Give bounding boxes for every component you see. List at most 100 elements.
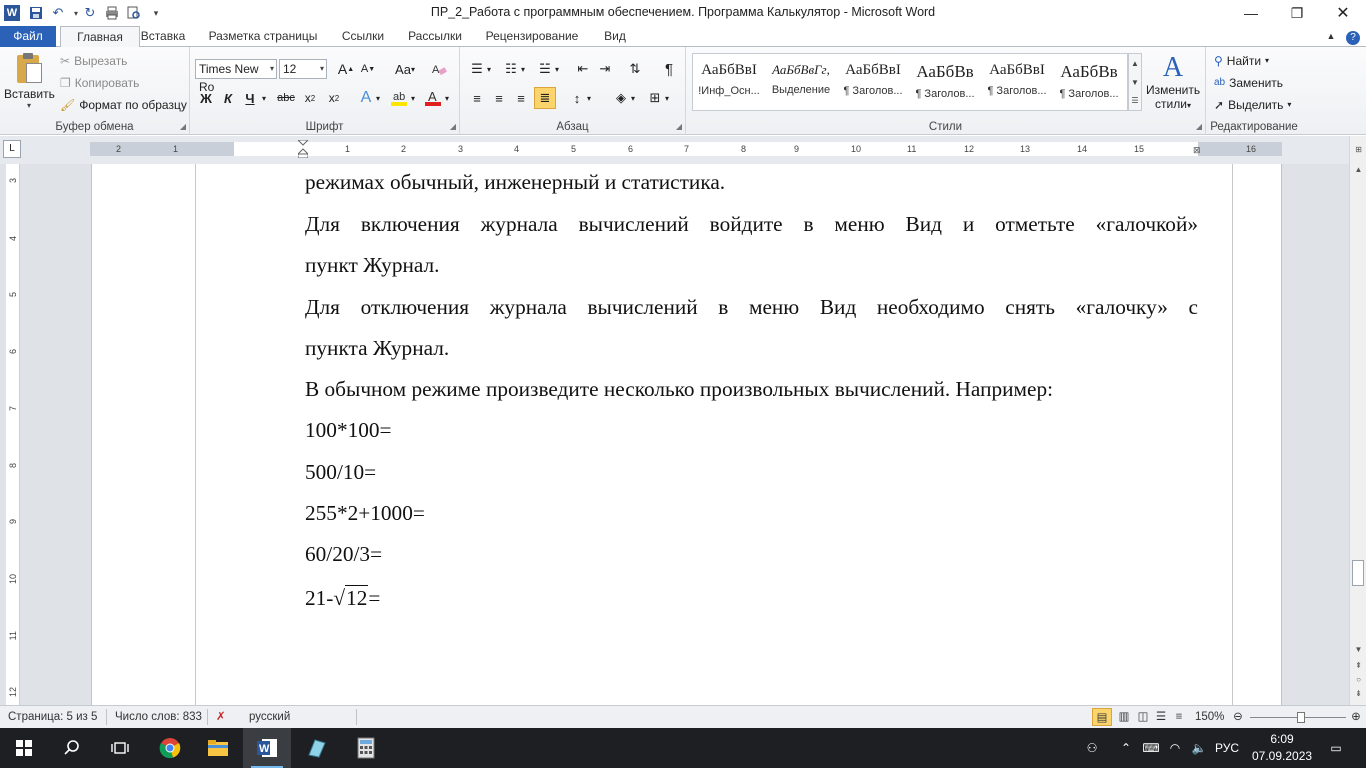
font-color-icon[interactable]: A — [422, 87, 444, 109]
copy-button[interactable]: ❐ Копировать — [60, 73, 139, 93]
volume-icon[interactable]: 🔈 — [1188, 728, 1210, 768]
show-marks-icon[interactable]: ¶ — [658, 58, 680, 80]
outline-icon[interactable]: ☰ — [1152, 706, 1170, 728]
chrome-icon[interactable] — [146, 728, 194, 768]
underline-dropdown-icon[interactable]: ▾ — [259, 87, 269, 109]
tab-page-layout[interactable]: Разметка страницы — [202, 26, 324, 47]
highlight-icon[interactable]: ab — [388, 87, 410, 109]
document-page[interactable]: режимах обычный, инженерный и статистика… — [91, 164, 1282, 705]
scroll-up-icon[interactable]: ▲ — [1129, 54, 1141, 73]
increase-indent-icon[interactable]: ⇥ — [594, 58, 616, 80]
font-launcher-icon[interactable]: ◢ — [450, 122, 456, 131]
borders-dropdown-icon[interactable]: ▾ — [662, 87, 672, 109]
file-explorer-icon[interactable] — [194, 728, 242, 768]
print-layout-icon[interactable]: ▤ — [1092, 708, 1112, 726]
scroll-up-icon[interactable]: ▲ — [1350, 162, 1366, 178]
tab-selector[interactable]: L — [3, 140, 21, 158]
grow-font-button[interactable]: A ▲ — [335, 58, 357, 80]
align-right-icon[interactable]: ≡ — [510, 87, 532, 109]
text-effects-dropdown-icon[interactable]: ▾ — [373, 87, 383, 109]
shading-dropdown-icon[interactable]: ▾ — [628, 87, 638, 109]
close-button[interactable]: ✕ — [1320, 0, 1366, 26]
people-icon[interactable]: ⚇ — [1080, 728, 1104, 768]
decrease-indent-icon[interactable]: ⇤ — [572, 58, 594, 80]
subscript-button[interactable]: x2 — [299, 87, 321, 109]
bullets-dropdown-icon[interactable]: ▾ — [484, 58, 494, 80]
show-hidden-icons-icon[interactable]: ⌃ — [1116, 728, 1136, 768]
spellcheck-icon[interactable]: ✗ — [216, 706, 226, 728]
style-item[interactable]: АаБбВвГг, Выделение — [765, 54, 837, 108]
horizontal-ruler[interactable]: 2 1 1 2 3 4 5 6 7 8 9 10 11 12 13 14 15 … — [90, 139, 1282, 159]
start-button[interactable] — [0, 728, 48, 768]
italic-button[interactable]: К — [217, 87, 239, 109]
superscript-button[interactable]: x2 — [323, 87, 345, 109]
style-item[interactable]: АаБбВв ¶ Заголов... — [1053, 54, 1125, 108]
calculator-icon[interactable] — [342, 728, 390, 768]
next-page-icon[interactable]: ⇟ — [1350, 686, 1366, 702]
styles-scroll[interactable]: ▲ ▼ ☰ — [1128, 53, 1142, 111]
tab-references[interactable]: Ссылки — [335, 26, 391, 47]
scroll-thumb[interactable] — [1352, 560, 1364, 586]
web-layout-icon[interactable]: ◫ — [1134, 706, 1152, 728]
right-indent-marker[interactable]: ⊠ — [1193, 146, 1201, 155]
styles-launcher-icon[interactable]: ◢ — [1196, 122, 1202, 131]
font-size-combo[interactable]: 12 ▾ — [279, 59, 327, 79]
search-icon[interactable] — [48, 728, 96, 768]
sort-icon[interactable]: ⇅ — [624, 58, 646, 80]
paste-button[interactable]: Вставить ▾ — [4, 51, 55, 117]
format-painter-button[interactable]: 🖌 Формат по образцу — [60, 95, 187, 115]
draft-icon[interactable]: ≡ — [1170, 706, 1188, 728]
vertical-ruler[interactable]: 3 4 5 6 7 8 9 10 11 12 — [6, 164, 20, 705]
paragraph-launcher-icon[interactable]: ◢ — [676, 122, 682, 131]
bold-button[interactable]: Ж — [195, 87, 217, 109]
scroll-down-icon[interactable]: ▼ — [1350, 642, 1366, 658]
notifications-icon[interactable]: ▭ — [1320, 728, 1352, 768]
shrink-font-button[interactable]: A ▼ — [357, 58, 379, 80]
wifi-icon[interactable]: ◠ — [1164, 728, 1186, 768]
numbering-dropdown-icon[interactable]: ▾ — [518, 58, 528, 80]
tab-view[interactable]: Вид — [598, 26, 632, 47]
find-button[interactable]: ⚲ Найти ▾ — [1214, 51, 1269, 71]
align-center-icon[interactable]: ≡ — [488, 87, 510, 109]
zoom-out-icon[interactable]: ⊖ — [1230, 706, 1246, 728]
highlight-dropdown-icon[interactable]: ▾ — [408, 87, 418, 109]
task-view-icon[interactable] — [96, 728, 144, 768]
replace-button[interactable]: ab Заменить — [1214, 73, 1283, 93]
clipboard-launcher-icon[interactable]: ◢ — [180, 122, 186, 131]
align-left-icon[interactable]: ≡ — [466, 87, 488, 109]
zoom-level[interactable]: 150% — [1195, 706, 1224, 728]
style-item[interactable]: АаБбВвI ¶ Заголов... — [981, 54, 1053, 108]
tab-review[interactable]: Рецензирование — [480, 26, 584, 47]
style-item[interactable]: АаБбВв ¶ Заголов... — [909, 54, 981, 108]
paint-app-icon[interactable] — [292, 728, 340, 768]
scroll-down-icon[interactable]: ▼ — [1129, 73, 1141, 92]
tab-mailings[interactable]: Рассылки — [402, 26, 468, 47]
minimize-button[interactable]: — — [1228, 0, 1274, 26]
tab-insert[interactable]: Вставка — [140, 26, 186, 47]
change-case-button[interactable]: Aa ▾ — [390, 58, 420, 80]
tab-file[interactable]: Файл — [0, 26, 56, 47]
ruler-toggle-icon[interactable]: ⊞ — [1350, 142, 1366, 158]
tab-home[interactable]: Главная — [60, 26, 140, 48]
justify-icon[interactable]: ≣ — [534, 87, 556, 109]
font-name-combo[interactable]: Times New Ro ▾ — [195, 59, 277, 94]
strikethrough-button[interactable]: abc — [275, 87, 297, 109]
cut-button[interactable]: ✂ Вырезать — [60, 51, 127, 71]
vertical-scrollbar[interactable]: ⊞ ▲ ▼ ⇞ ○ ⇟ — [1349, 136, 1366, 705]
style-item[interactable]: АаБбВвI ¶ Заголов... — [837, 54, 909, 108]
select-button[interactable]: ➚ Выделить ▾ — [1214, 95, 1291, 115]
font-color-dropdown-icon[interactable]: ▾ — [442, 87, 452, 109]
line-spacing-dropdown-icon[interactable]: ▾ — [584, 87, 594, 109]
style-item[interactable]: АаБбВвI !Инф_Осн... — [693, 54, 765, 108]
help-icon[interactable]: ? — [1344, 26, 1362, 47]
input-language[interactable]: РУС — [1212, 728, 1242, 768]
clock[interactable]: 6:09 07.09.2023 — [1252, 731, 1312, 765]
indent-marker[interactable] — [296, 139, 310, 159]
multilevel-list-dropdown-icon[interactable]: ▾ — [552, 58, 562, 80]
zoom-slider-thumb[interactable] — [1297, 712, 1305, 723]
minimize-ribbon-icon[interactable]: ▲ — [1322, 26, 1340, 47]
word-count[interactable]: Число слов: 833 — [115, 706, 202, 728]
clear-formatting-icon[interactable]: A — [428, 58, 450, 80]
change-styles-button[interactable]: A Изменить стили▾ — [1146, 53, 1200, 117]
zoom-in-icon[interactable]: ⊕ — [1348, 706, 1364, 728]
